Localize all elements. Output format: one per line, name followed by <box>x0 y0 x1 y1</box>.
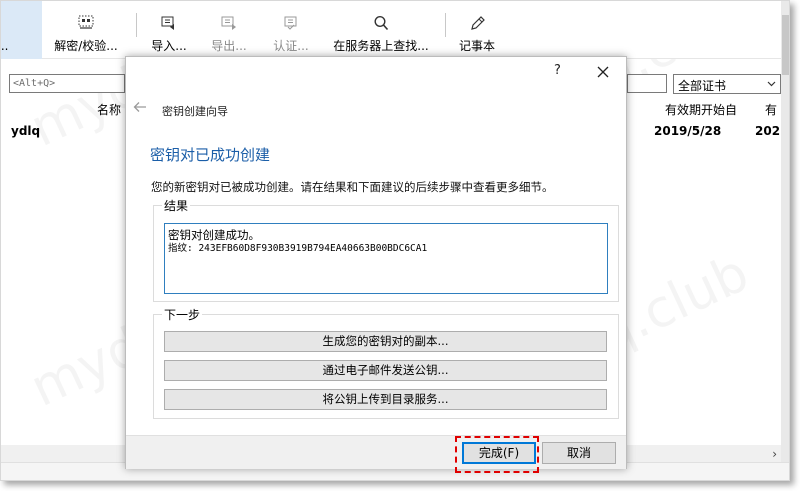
generate-backup-button[interactable]: 生成您的密钥对的副本... <box>164 331 607 352</box>
toolbar-button-new-key[interactable]: 名... <box>1 1 42 59</box>
dialog-footer: 完成(F) 取消 <box>126 435 626 469</box>
chevron-right-icon[interactable]: › <box>772 447 777 461</box>
email-public-key-button[interactable]: 通过电子邮件发送公钥... <box>164 360 607 381</box>
key-creation-wizard-dialog: ? 密钥创建向导 密钥对已成功创建 您的新密钥对已被成功创建。请在结果和下面建议… <box>125 56 627 469</box>
toolbar-label: 名... <box>0 39 9 53</box>
chevron-down-icon <box>767 81 776 87</box>
next-steps-group-title: 下一步 <box>162 306 203 323</box>
results-fingerprint: 指纹: 243EFB60D8F930B3919B794EA40663B00BDC… <box>168 243 428 254</box>
column-header-valid-until[interactable]: 有 <box>765 101 777 118</box>
toolbar-button-certify[interactable]: 认证... <box>263 1 319 59</box>
toolbar-separator <box>136 13 137 37</box>
toolbar-button-search-server[interactable]: 在服务器上查找... <box>323 1 439 59</box>
toolbar-label: 导入... <box>151 39 187 53</box>
pencil-icon <box>471 16 485 30</box>
certify-icon <box>284 16 297 30</box>
upload-to-directory-button[interactable]: 将公钥上传到目录服务... <box>164 389 607 410</box>
close-icon[interactable] <box>592 61 614 83</box>
toolbar-button-notepad[interactable]: 记事本 <box>451 1 503 59</box>
toolbar-label: 解密/校验... <box>54 39 118 53</box>
search-icon <box>374 15 389 31</box>
toolbar-label: 记事本 <box>458 39 495 53</box>
vertical-scrollbar[interactable] <box>781 1 789 480</box>
column-header-valid-from[interactable]: 有效期开始自 <box>665 101 737 118</box>
back-arrow-icon[interactable] <box>133 101 147 113</box>
search-input[interactable]: <Alt+Q> <box>9 74 125 93</box>
import-icon <box>161 16 174 30</box>
results-group: 结果 密钥对创建成功。 指纹: 243EFB60D8F930B3919B794E… <box>153 197 619 302</box>
toolbar-button-decrypt-verify[interactable]: 解密/校验... <box>45 1 127 59</box>
results-textbox[interactable]: 密钥对创建成功。 指纹: 243EFB60D8F930B3919B794EA40… <box>164 223 608 294</box>
help-button[interactable]: ? <box>554 63 561 78</box>
certificate-row-name[interactable]: ydlq <box>11 124 40 138</box>
toolbar-label: 认证... <box>273 39 309 53</box>
search-input[interactable] <box>627 74 667 93</box>
scrollbar-thumb[interactable] <box>782 15 789 75</box>
toolbar-label: 在服务器上查找... <box>333 39 429 53</box>
column-header-name[interactable]: 名称 <box>97 101 121 118</box>
app-window: mydlq.club mydlq.club mydlq.club mydlq.c… <box>0 0 790 481</box>
cancel-button[interactable]: 取消 <box>542 442 616 464</box>
qr-decrypt-icon <box>78 15 94 29</box>
toolbar-button-export[interactable]: 导出... <box>201 1 257 59</box>
toolbar: 名... 解密/校验... 导入... 导出.. <box>1 1 789 59</box>
results-line: 密钥对创建成功。 <box>168 228 260 242</box>
next-steps-group: 下一步 生成您的密钥对的副本... 通过电子邮件发送公钥... 将公钥上传到目录… <box>153 306 619 419</box>
certificate-row-valid-from[interactable]: 2019/5/28 <box>654 124 721 138</box>
finish-button[interactable]: 完成(F) <box>462 442 536 464</box>
export-icon <box>221 16 236 30</box>
page-title: 密钥对已成功创建 <box>150 146 271 164</box>
certificate-filter-value: 全部证书 <box>678 79 727 93</box>
page-description: 您的新密钥对已被成功创建。请在结果和下面建议的后续步骤中查看更多细节。 <box>151 180 554 194</box>
results-group-title: 结果 <box>162 197 191 214</box>
wizard-title: 密钥创建向导 <box>162 105 228 118</box>
certificate-filter-select[interactable]: 全部证书 <box>673 74 781 94</box>
toolbar-separator <box>445 13 446 37</box>
toolbar-button-import[interactable]: 导入... <box>141 1 197 59</box>
toolbar-label: 导出... <box>211 39 247 53</box>
